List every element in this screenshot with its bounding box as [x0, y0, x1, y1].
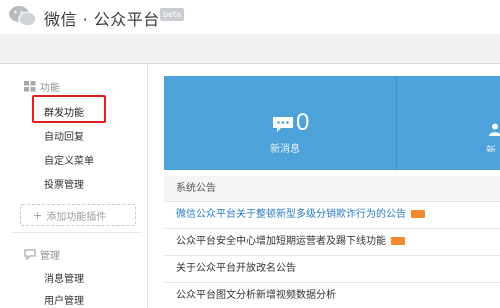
brand-title: 微信 · 公众平台 — [44, 10, 160, 29]
notice-item[interactable]: 微信公众平台关于整顿新型多级分销欺诈行为的公告 — [164, 202, 500, 229]
new-followers-icon — [489, 123, 500, 136]
stats-separator — [396, 76, 397, 170]
features-icon — [24, 80, 36, 91]
notice-text: 公众平台图文分析新增视频数据分析 — [176, 290, 336, 301]
stats-panel: 0 新消息 新 — [164, 76, 500, 170]
wechat-logo-icon — [9, 6, 37, 27]
chat-bubble-icon — [24, 248, 36, 260]
sidebar-item-message-manage[interactable]: 消息管理 — [44, 270, 84, 285]
notice-item[interactable]: 公众平台图文分析新增视频数据分析 — [164, 283, 500, 308]
top-bar: 微信 · 公众平台 beta — [0, 0, 500, 34]
sidebar-item-auto-reply[interactable]: 自动回复 — [44, 128, 84, 143]
new-messages-label[interactable]: 新消息 — [270, 140, 300, 155]
highlight-box — [32, 95, 106, 123]
notice-item[interactable]: 公众平台安全中心增加短期运营者及踢下线功能 — [164, 229, 500, 256]
message-icon — [273, 117, 293, 132]
plus-icon: + — [33, 208, 43, 222]
wechat-mp-window: 微信 · 公众平台 beta 功能 群发功能 自动回复 自定义菜单 投票管理 +… — [0, 0, 500, 308]
notice-item[interactable]: 关于公众平台开放改名公告 — [164, 256, 500, 283]
sidebar-item-vote-manage[interactable]: 投票管理 — [44, 176, 84, 191]
sidebar-divider — [12, 232, 142, 233]
features-section-header: 功能 — [24, 78, 60, 94]
sidebar-item-custom-menu[interactable]: 自定义菜单 — [44, 152, 94, 167]
second-stat-label[interactable]: 新 — [486, 142, 500, 152]
system-notice-header: 系统公告 — [164, 176, 500, 202]
new-tag-icon — [411, 210, 425, 218]
add-plugin-button[interactable]: + 添加功能插件 — [20, 204, 136, 226]
new-tag-icon — [391, 237, 405, 245]
beta-badge: beta — [160, 8, 185, 21]
notice-text: 公众平台安全中心增加短期运营者及踢下线功能 — [176, 236, 386, 247]
new-messages-count[interactable]: 0 — [296, 109, 309, 137]
manage-section-header: 管理 — [24, 246, 60, 262]
notice-text: 微信公众平台关于整顿新型多级分销欺诈行为的公告 — [176, 209, 406, 220]
notice-text: 关于公众平台开放改名公告 — [176, 263, 296, 274]
features-section-title: 功能 — [40, 82, 60, 94]
nav-band — [0, 34, 500, 64]
main-content: 0 新消息 新 系统公告 微信公众平台关于整顿新型多级分销欺诈行为的公告 公众平… — [148, 64, 500, 308]
manage-section-title: 管理 — [40, 250, 60, 262]
add-plugin-label: 添加功能插件 — [46, 211, 107, 223]
sidebar-item-user-manage[interactable]: 用户管理 — [44, 292, 84, 307]
